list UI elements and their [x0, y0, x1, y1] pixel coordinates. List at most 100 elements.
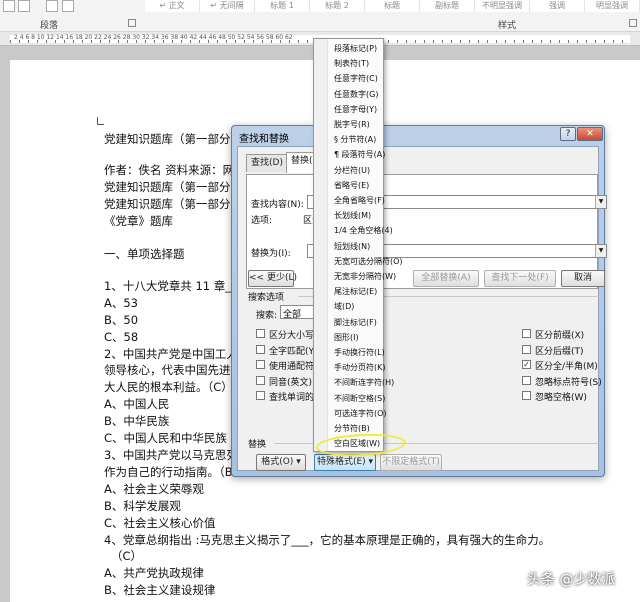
chevron-down-icon[interactable]: ▼: [595, 196, 606, 208]
replace-all-button[interactable]: 全部替换(A): [413, 270, 479, 287]
menu-item[interactable]: 手动换行符(L): [334, 345, 385, 360]
watermark: 头条 @少数派: [527, 572, 616, 588]
menu-item[interactable]: 省略号(E): [334, 178, 369, 193]
document-line: （C）: [111, 549, 143, 563]
style-gallery-item[interactable]: 明显强调: [585, 0, 640, 12]
menu-item[interactable]: 图形(I): [334, 330, 359, 345]
checkbox-label: 忽略空格(W): [535, 393, 587, 403]
checkbox[interactable]: [522, 329, 531, 338]
menu-item[interactable]: 不间断连字符(H): [334, 375, 394, 390]
toolbar-button[interactable]: [18, 0, 30, 12]
style-gallery-item[interactable]: 标题 2: [310, 0, 365, 12]
checkbox[interactable]: [522, 344, 531, 354]
checkbox[interactable]: [256, 344, 265, 354]
checkbox[interactable]: [256, 360, 265, 369]
checkbox-label: 全字匹配(Y): [269, 346, 318, 357]
menu-item[interactable]: 脚注标记(F): [334, 315, 377, 330]
menu-item[interactable]: 无宽非分隔符(W): [334, 269, 396, 284]
document-line: 领导核心，代表中国先进生: [104, 363, 242, 377]
style-gallery-item[interactable]: ↵ 无间隔: [200, 0, 255, 12]
format-button[interactable]: 格式(O) ▾: [256, 454, 306, 471]
menu-item[interactable]: 制表符(T): [334, 56, 369, 71]
checkbox-label: 忽略标点符号(S): [535, 377, 602, 388]
document-line: 《党章》题库: [104, 214, 173, 228]
special-format-button[interactable]: 特殊格式(E) ▾: [314, 454, 376, 471]
document-line: 作为自己的行动指南。（B）: [104, 465, 245, 479]
menu-item[interactable]: § 分节符(A): [334, 132, 376, 147]
tab-find[interactable]: 查找(D): [246, 154, 288, 172]
menu-item[interactable]: 域(D): [334, 299, 354, 314]
checkbox[interactable]: [522, 391, 531, 400]
menu-item[interactable]: 无宽可选分隔符(O): [334, 254, 403, 269]
checkbox[interactable]: [256, 375, 265, 385]
menu-item[interactable]: 脱字号(R): [334, 117, 370, 132]
document-line: B、科学发展观: [104, 499, 181, 513]
style-gallery-item[interactable]: 副标题: [420, 0, 475, 12]
document-line: 作者：佚名 资料来源：网: [104, 163, 235, 177]
search-options-label: 搜索选项: [248, 293, 285, 303]
dialog-title: 查找和替换: [239, 134, 289, 145]
style-gallery-item[interactable]: 标题: [365, 0, 420, 12]
style-gallery[interactable]: ↵ 正文 ↵ 无间隔 标题 1 标题 2 标题 副标题 不明显强调 强调 明显强调: [145, 0, 640, 12]
close-button[interactable]: ✕: [577, 127, 603, 141]
less-button[interactable]: << 更少(L): [248, 270, 297, 287]
checkbox[interactable]: [256, 391, 265, 400]
menu-item[interactable]: 任意字符(C): [334, 71, 378, 86]
menu-item[interactable]: 手动分页符(K): [334, 360, 386, 375]
document-line: C、58: [104, 330, 139, 344]
menu-item[interactable]: 不间断空格(S): [334, 391, 385, 406]
document-line: 1、十八大党章共 11 章___: [104, 279, 243, 293]
toolbar-button[interactable]: [3, 0, 15, 12]
menu-item[interactable]: 可选连字符(O): [334, 406, 387, 421]
dialog-body: 查找(D) 替换(P) 查找内容(N): ▼ 选项: 区分 替换为(I): ▼ …: [237, 146, 607, 471]
ruler-numbers: 2 4 6 8 10 12 14 16 18 20 22 24 26 28 30…: [14, 34, 293, 41]
special-format-menu: 段落标记(P) 制表符(T) 任意字符(C) 任意数字(G) 任意字母(Y) 脱字号(R)…: [313, 38, 403, 452]
ribbon-group-paragraph-label: 段落: [40, 21, 59, 31]
document-line: 4、党章总纲指出 :马克思主义揭示了___，它的基本原理是正确的，具有强大的生命…: [104, 533, 551, 547]
chevron-down-icon[interactable]: ▼: [595, 245, 606, 257]
find-replace-dialog: 查找和替换 ? ✕ 查找(D) 替换(P) 查找内容(N): ▼ 选项: 区分 …: [231, 125, 607, 477]
menu-item[interactable]: 任意字母(Y): [334, 102, 377, 117]
checkbox-label: 同音(英文): [269, 377, 313, 388]
document-line: 党建知识题库（第一部分）: [104, 180, 242, 194]
document-line: A、社会主义荣辱观: [104, 482, 204, 496]
menu-item[interactable]: 任意数字(G): [334, 87, 378, 102]
checkbox[interactable]: [522, 375, 531, 385]
menu-item[interactable]: 1/4 全角空格(4): [334, 223, 393, 238]
margin-corner-mark: [97, 117, 104, 125]
find-next-button[interactable]: 查找下一处(F): [484, 270, 556, 287]
toolbar-button[interactable]: [62, 0, 74, 12]
ribbon: 段落 ↵ 正文 ↵ 无间隔 标题 1 标题 2 标题 副标题 不明显强调 强调 明显强调 样式: [0, 0, 640, 32]
menu-item[interactable]: 长划线(M): [334, 208, 371, 223]
checkbox-label: 区分后缀(T): [535, 346, 584, 357]
menu-gutter: [314, 39, 328, 451]
style-gallery-item[interactable]: 标题 1: [255, 0, 310, 12]
cancel-button[interactable]: 取消: [561, 270, 605, 287]
styles-launcher-icon[interactable]: [629, 19, 637, 27]
replace-section-label: 替换: [248, 440, 267, 450]
document-line: B、中华民族: [104, 414, 170, 428]
ribbon-group-styles-label: 样式: [498, 21, 517, 31]
menu-item[interactable]: 段落标记(P): [334, 41, 377, 56]
checkbox-label: 区分前缀(X): [535, 331, 585, 341]
help-button[interactable]: ?: [560, 127, 576, 141]
no-format-button[interactable]: 不限定格式(T): [380, 454, 442, 471]
style-gallery-item[interactable]: 不明显强调: [475, 0, 530, 12]
menu-item[interactable]: 全角省略号(F): [334, 193, 385, 208]
toolbar-button[interactable]: [46, 0, 58, 12]
search-label: 搜索:: [256, 311, 278, 321]
menu-item[interactable]: 尾注标记(E): [334, 284, 377, 299]
menu-item[interactable]: 短划线(N): [334, 239, 370, 254]
document-line: 党建知识题库（第一部分）: [104, 132, 242, 146]
style-gallery-item[interactable]: ↵ 正文: [145, 0, 200, 12]
document-line: A、中国人民: [104, 397, 170, 411]
replace-label: 替换为(I):: [251, 249, 291, 259]
checkbox[interactable]: [256, 329, 265, 338]
checkbox-label: 使用通配符: [269, 362, 315, 372]
paragraph-launcher-icon[interactable]: [128, 19, 136, 27]
menu-item[interactable]: 分栏符(U): [334, 163, 370, 178]
style-gallery-item[interactable]: 强调: [530, 0, 585, 12]
checkbox[interactable]: ✓: [522, 360, 531, 369]
menu-item[interactable]: ¶ 段落符号(A): [334, 147, 385, 162]
document-line: 党建知识题库（第一部分）: [104, 197, 242, 211]
